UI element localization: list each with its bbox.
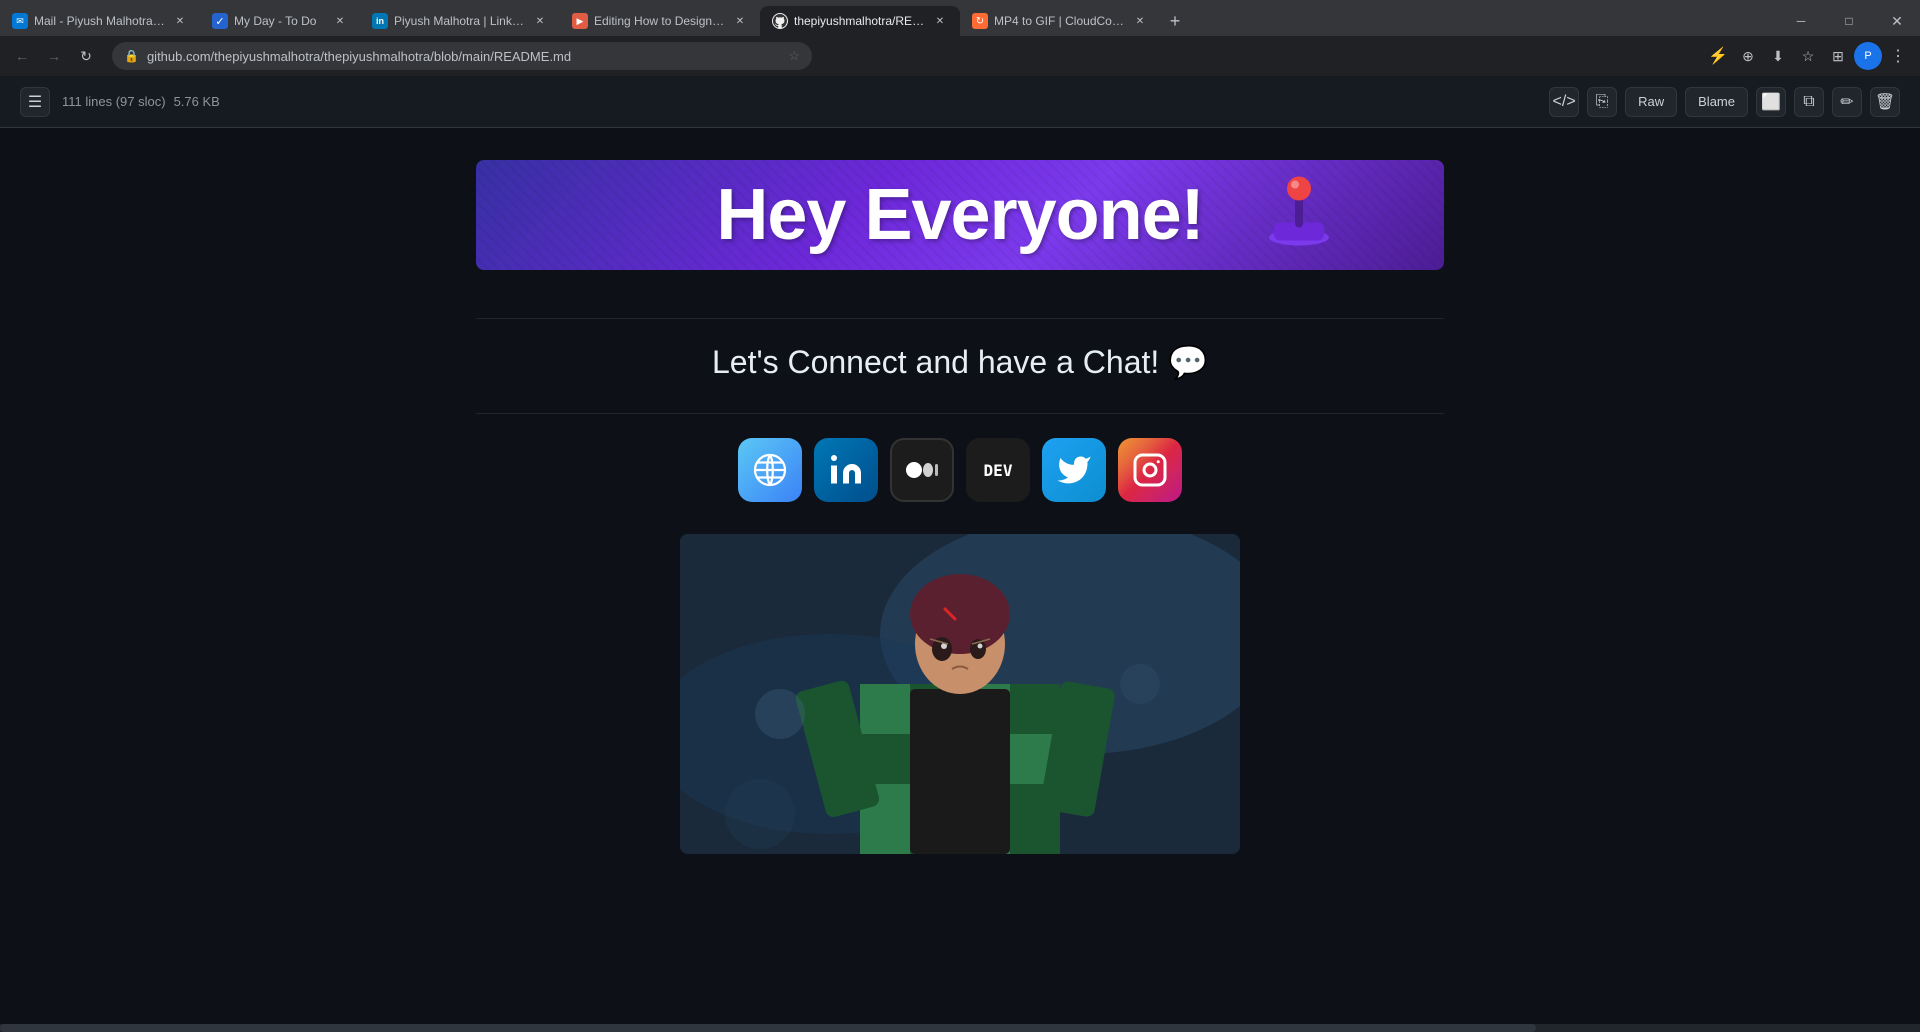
tab-label-linkedin: Piyush Malhotra | LinkedIn — [394, 14, 526, 28]
tab-close-cloudconvert[interactable]: ✕ — [1132, 13, 1148, 29]
hero-banner: Hey Everyone! — [476, 160, 1444, 270]
tab-linkedin[interactable]: in Piyush Malhotra | LinkedIn ✕ — [360, 6, 560, 36]
forward-button[interactable]: → — [40, 42, 68, 70]
menu-button[interactable]: ⋮ — [1884, 42, 1912, 70]
minimize-button[interactable]: ─ — [1778, 3, 1824, 39]
divider-top — [476, 318, 1444, 319]
joystick-icon — [1254, 163, 1344, 268]
copy-button[interactable]: ⎘ — [1587, 87, 1617, 117]
edit-button[interactable]: ✏ — [1832, 87, 1862, 117]
tab-editing[interactable]: ▶ Editing How to Design an Attrac... ✕ — [560, 6, 760, 36]
tab-todo[interactable]: ✓ My Day - To Do ✕ — [200, 6, 360, 36]
social-globe-button[interactable] — [738, 438, 802, 502]
split-icon: ⧉ — [1803, 93, 1814, 111]
new-tab-button[interactable]: + — [1160, 6, 1190, 36]
tab-label-readme: thepiyushmalhotra/README.md — [794, 14, 926, 28]
raw-label: Raw — [1638, 94, 1664, 109]
split-view-button[interactable]: ⧉ — [1794, 87, 1824, 117]
tab-label-editing: Editing How to Design an Attrac... — [594, 14, 726, 28]
tab-favicon-linkedin: in — [372, 13, 388, 29]
social-medium-button[interactable] — [890, 438, 954, 502]
address-text: github.com/thepiyushmalhotra/thepiyushma… — [147, 49, 780, 64]
social-instagram-button[interactable] — [1118, 438, 1182, 502]
tab-bar: ✉ Mail - Piyush Malhotra - Outlook ✕ ✓ M… — [0, 0, 1920, 36]
zoom-button[interactable]: ⊕ — [1734, 42, 1762, 70]
copy-icon: ⎘ — [1596, 93, 1609, 111]
scrollbar-thumb[interactable] — [0, 1024, 1536, 1032]
file-size: 5.76 KB — [174, 94, 220, 109]
tab-favicon-todo: ✓ — [212, 13, 228, 29]
tab-cloudconvert[interactable]: ↻ MP4 to GIF | CloudConvert ✕ — [960, 6, 1160, 36]
browser-chrome: ✉ Mail - Piyush Malhotra - Outlook ✕ ✓ M… — [0, 0, 1920, 76]
tab-close-mail[interactable]: ✕ — [172, 13, 188, 29]
tab-close-linkedin[interactable]: ✕ — [532, 13, 548, 29]
tab-favicon-editing: ▶ — [572, 13, 588, 29]
tab-favicon-cloudconvert: ↻ — [972, 13, 988, 29]
social-dev-button[interactable]: DEV — [966, 438, 1030, 502]
reload-button[interactable]: ↻ — [72, 42, 100, 70]
tab-close-readme[interactable]: ✕ — [932, 13, 948, 29]
tab-readme[interactable]: thepiyushmalhotra/README.md ✕ — [760, 6, 960, 36]
extensions-button[interactable]: ⚡ — [1704, 42, 1732, 70]
github-toolbar: ☰ 111 lines (97 sloc) 5.76 KB </> ⎘ Raw … — [0, 76, 1920, 128]
back-button[interactable]: ← — [8, 42, 36, 70]
address-bar[interactable]: 🔒 github.com/thepiyushmalhotra/thepiyush… — [112, 42, 812, 70]
tab-mail[interactable]: ✉ Mail - Piyush Malhotra - Outlook ✕ — [0, 6, 200, 36]
tab-close-todo[interactable]: ✕ — [332, 13, 348, 29]
close-button[interactable]: ✕ — [1874, 3, 1920, 39]
star-icon[interactable]: ☆ — [788, 48, 800, 64]
lines-count: 111 lines (97 sloc) — [62, 94, 166, 109]
delete-button[interactable]: 🗑 — [1870, 87, 1900, 117]
tab-label-todo: My Day - To Do — [234, 14, 326, 28]
toc-icon: ☰ — [28, 92, 42, 112]
connect-section: Let's Connect and have a Chat! 💬 — [712, 343, 1208, 381]
toc-button[interactable]: ☰ — [20, 87, 50, 117]
tab-label-cloudconvert: MP4 to GIF | CloudConvert — [994, 14, 1126, 28]
maximize-button[interactable]: □ — [1826, 3, 1872, 39]
anime-image — [680, 534, 1240, 854]
readme-content: Hey Everyone! Let's Connect and have a C — [460, 128, 1460, 886]
grid-button[interactable]: ⊞ — [1824, 42, 1852, 70]
tab-close-editing[interactable]: ✕ — [732, 13, 748, 29]
tab-favicon-readme — [772, 13, 788, 29]
bookmark-button[interactable]: ☆ — [1794, 42, 1822, 70]
social-icons: DEV — [738, 438, 1182, 502]
tab-label-mail: Mail - Piyush Malhotra - Outlook — [34, 14, 166, 28]
social-linkedin-button[interactable] — [814, 438, 878, 502]
window-controls: ─ □ ✕ — [1778, 6, 1920, 36]
lines-info: 111 lines (97 sloc) 5.76 KB — [62, 94, 220, 109]
lock-icon: 🔒 — [124, 49, 139, 63]
connect-text: Let's Connect and have a Chat! 💬 — [712, 344, 1208, 380]
desktop-view-button[interactable]: ⬜ — [1756, 87, 1786, 117]
divider-bottom — [476, 413, 1444, 414]
anime-placeholder — [680, 534, 1240, 854]
profile-button[interactable]: P — [1854, 42, 1882, 70]
trash-icon: 🗑 — [1875, 92, 1895, 112]
toolbar-left: ☰ 111 lines (97 sloc) 5.76 KB — [20, 87, 220, 117]
pencil-icon: ✏ — [1840, 92, 1853, 112]
nav-right-buttons: ⚡ ⊕ ⬇ ☆ ⊞ P ⋮ — [1704, 42, 1912, 70]
hero-text: Hey Everyone! — [716, 174, 1203, 256]
social-twitter-button[interactable] — [1042, 438, 1106, 502]
blame-label: Blame — [1698, 94, 1735, 109]
horizontal-scrollbar[interactable] — [0, 1024, 1920, 1032]
toolbar-right: </> ⎘ Raw Blame ⬜ ⧉ ✏ 🗑 — [1549, 87, 1900, 117]
code-icon: </> — [1553, 93, 1576, 111]
raw-button[interactable]: Raw — [1625, 87, 1677, 117]
nav-bar: ← → ↻ 🔒 github.com/thepiyushmalhotra/the… — [0, 36, 1920, 76]
main-content: Hey Everyone! Let's Connect and have a C — [0, 128, 1920, 1032]
tab-favicon-mail: ✉ — [12, 13, 28, 29]
downloads-button[interactable]: ⬇ — [1764, 42, 1792, 70]
desktop-icon: ⬜ — [1761, 92, 1781, 112]
blame-button[interactable]: Blame — [1685, 87, 1748, 117]
code-view-button[interactable]: </> — [1549, 87, 1579, 117]
